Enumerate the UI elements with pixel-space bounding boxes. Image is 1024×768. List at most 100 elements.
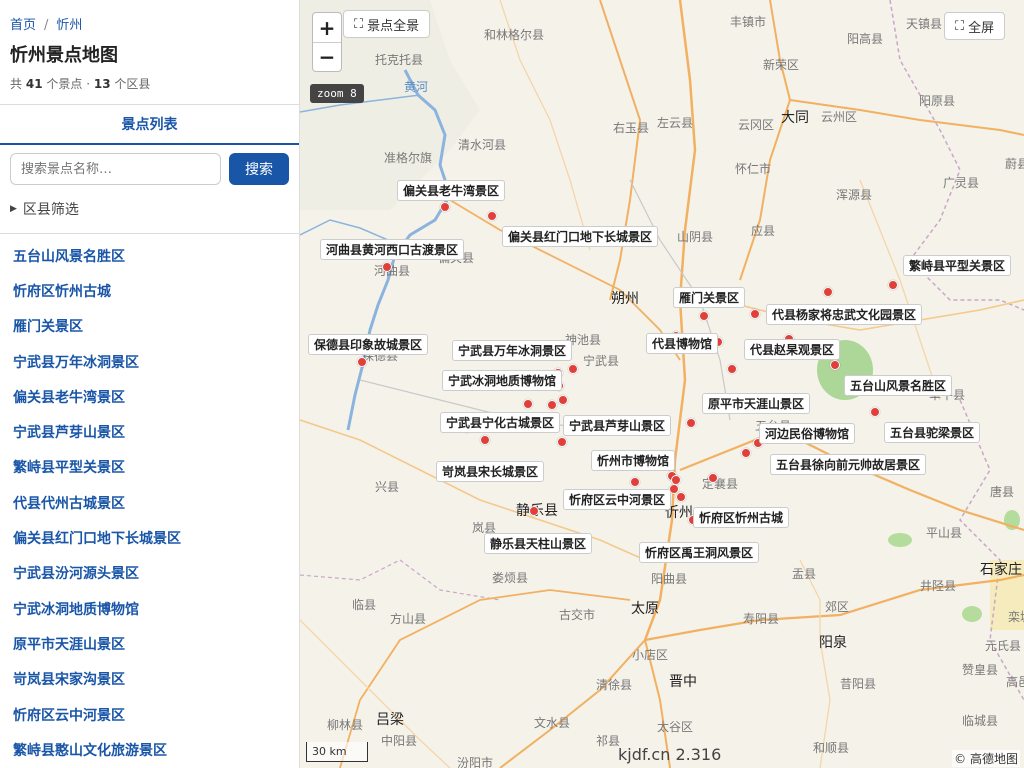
county-label: 寿阳县 (743, 612, 780, 626)
search-button[interactable]: 搜索 (229, 153, 289, 185)
spot-list-item[interactable]: 偏关县红门口地下长城景区 (0, 520, 299, 555)
spot-map-label[interactable]: 偏关县红门口地下长城景区 (502, 226, 659, 247)
spot-map-label[interactable]: 河边民俗博物馆 (759, 423, 856, 444)
spot-list-item[interactable]: 五台山风景名胜区 (0, 238, 299, 273)
county-filter-label: 区县筛选 (22, 202, 79, 218)
spot-list-item[interactable]: 宁武县汾河源头景区 (0, 556, 299, 591)
spot-list-item[interactable]: 雁门关景区 (0, 309, 299, 344)
county-label: 河曲县 (374, 264, 411, 278)
spot-marker[interactable] (727, 364, 737, 374)
spot-list-item[interactable]: 宁武县芦芽山景区 (0, 414, 299, 449)
spot-marker[interactable] (557, 437, 567, 447)
county-label: 托克托县 (375, 53, 424, 67)
spot-map-label[interactable]: 宁武县芦芽山景区 (563, 415, 672, 436)
spot-marker[interactable] (823, 287, 833, 297)
county-label: 唐县 (990, 485, 1015, 499)
county-label: 山阴县 (677, 230, 714, 244)
spot-map-label[interactable]: 宁武县万年冰洞景区 (452, 340, 573, 361)
triangle-right-icon: ▶ (10, 204, 17, 214)
city-label: 朔州 (611, 291, 639, 307)
spot-marker[interactable] (480, 435, 490, 445)
spot-marker[interactable] (547, 400, 557, 410)
county-label: 应县 (751, 224, 776, 238)
spot-marker[interactable] (440, 202, 450, 212)
spot-map-label[interactable]: 原平市天涯山景区 (702, 393, 811, 414)
spot-marker[interactable] (750, 309, 760, 319)
county-label: 阳曲县 (651, 572, 688, 586)
fullscreen-button[interactable]: ⛶ 全屏 (944, 12, 1006, 40)
spot-list-item[interactable]: 忻府区云中河景区 (0, 697, 299, 732)
spot-map-label[interactable]: 代县赵杲观景区 (744, 339, 841, 360)
spot-list-item[interactable]: 原平市天涯山景区 (0, 626, 299, 661)
county-label: 栾城 (1008, 610, 1024, 624)
spot-marker[interactable] (487, 211, 497, 221)
spot-map-label[interactable]: 岢岚县宋长城景区 (436, 461, 545, 482)
tab-spot-list[interactable]: 景点列表 (0, 105, 299, 145)
spot-marker[interactable] (870, 407, 880, 417)
spot-marker[interactable] (830, 360, 840, 370)
county-label: 怀仁市 (735, 162, 772, 176)
spot-map-label[interactable]: 河曲县黄河西口古渡景区 (320, 239, 465, 260)
spot-list-item[interactable]: 代县代州古城景区 (0, 485, 299, 520)
spot-marker[interactable] (686, 418, 696, 428)
spot-list-item[interactable]: 繁峙县憨山文化旅游景区 (0, 732, 299, 767)
green-area (962, 606, 982, 622)
county-label: 盂县 (792, 567, 817, 581)
overview-button[interactable]: ⛶ 景点全景 (343, 10, 431, 38)
spot-marker[interactable] (708, 473, 718, 483)
search-input[interactable] (10, 153, 221, 185)
spot-marker[interactable] (357, 357, 367, 367)
spot-marker[interactable] (676, 492, 686, 502)
county-label: 新荣区 (763, 58, 800, 72)
map-view[interactable]: + − ⛶ 景点全景 ⛶ 全屏 zoom 8 黄河 和林格尔县 托克托县 清水河县准… (300, 0, 1024, 768)
spot-marker[interactable] (568, 364, 578, 374)
breadcrumb-home-link[interactable]: 首页 (10, 18, 36, 33)
spot-map-label[interactable]: 繁峙县平型关景区 (903, 255, 1012, 276)
county-border (300, 559, 501, 601)
spot-list-item[interactable]: 偏关县老牛湾景区 (0, 379, 299, 414)
zoom-in-button[interactable]: + (313, 13, 341, 42)
spot-map-label[interactable]: 宁武冰洞地质博物馆 (442, 370, 563, 391)
spot-map-label[interactable]: 代县博物馆 (646, 333, 719, 354)
county-count: 13 (93, 77, 111, 91)
spot-marker[interactable] (630, 477, 640, 487)
spot-list-item[interactable]: 岢岚县宋家沟景区 (0, 662, 299, 697)
county-label: 方山县 (390, 612, 427, 626)
spot-map-label[interactable]: 宁武县宁化古城景区 (440, 412, 561, 433)
app-root: 首页 / 忻州 忻州景点地图 共 41 个景点 · 13 个区县 景点列表 搜索 ▶… (0, 0, 1024, 768)
spot-marker[interactable] (741, 448, 751, 458)
spot-marker[interactable] (529, 506, 539, 516)
county-label: 阳高县 (847, 32, 884, 46)
spot-map-label[interactable]: 忻州市博物馆 (591, 450, 676, 471)
breadcrumb-separator: / (44, 18, 49, 33)
spot-map-label[interactable]: 保德县印象故城景区 (308, 334, 429, 355)
spot-map-label[interactable]: 静乐县天柱山景区 (484, 533, 593, 554)
breadcrumb-current-link[interactable]: 忻州 (56, 18, 82, 33)
county-label: 宁武县 (583, 354, 620, 368)
watermark: kjdf.cn 2.316 (618, 745, 722, 764)
spot-marker[interactable] (523, 399, 533, 409)
spot-map-label[interactable]: 五台县驼梁景区 (884, 422, 981, 443)
zoom-out-button[interactable]: − (313, 42, 341, 71)
spot-map-label[interactable]: 代县杨家将忠武文化园景区 (766, 304, 923, 325)
spot-map-label[interactable]: 雁门关景区 (673, 287, 746, 308)
spot-list-item[interactable]: 繁峙县平型关景区 (0, 450, 299, 485)
spot-map-label[interactable]: 偏关县老牛湾景区 (397, 180, 506, 201)
county-label: 和顺县 (813, 741, 850, 755)
spot-marker[interactable] (888, 280, 898, 290)
spot-list-item[interactable]: 宁武冰洞地质博物馆 (0, 591, 299, 626)
county-label: 临城县 (962, 714, 999, 728)
spot-marker[interactable] (699, 311, 709, 321)
spot-marker[interactable] (558, 395, 568, 405)
spot-list-item[interactable]: 忻府区忻州古城 (0, 273, 299, 308)
spot-list: 五台山风景名胜区 忻府区忻州古城 雁门关景区 宁武县万年冰洞景区 偏关县老牛湾景区 宁武县… (0, 234, 299, 767)
county-filter-toggle[interactable]: ▶ 区县筛选 (0, 185, 299, 234)
spot-marker[interactable] (382, 262, 392, 272)
spot-map-label[interactable]: 五台山风景名胜区 (844, 375, 953, 396)
county-label: 昔阳县 (840, 677, 877, 691)
spot-map-label[interactable]: 忻府区禹王洞风景区 (639, 542, 760, 563)
spot-list-item[interactable]: 宁武县万年冰洞景区 (0, 344, 299, 379)
spot-map-label[interactable]: 忻府区云中河景区 (563, 489, 672, 510)
spot-map-label[interactable]: 五台县徐向前元帅故居景区 (770, 454, 927, 475)
spot-map-label[interactable]: 忻府区忻州古城 (693, 507, 790, 528)
